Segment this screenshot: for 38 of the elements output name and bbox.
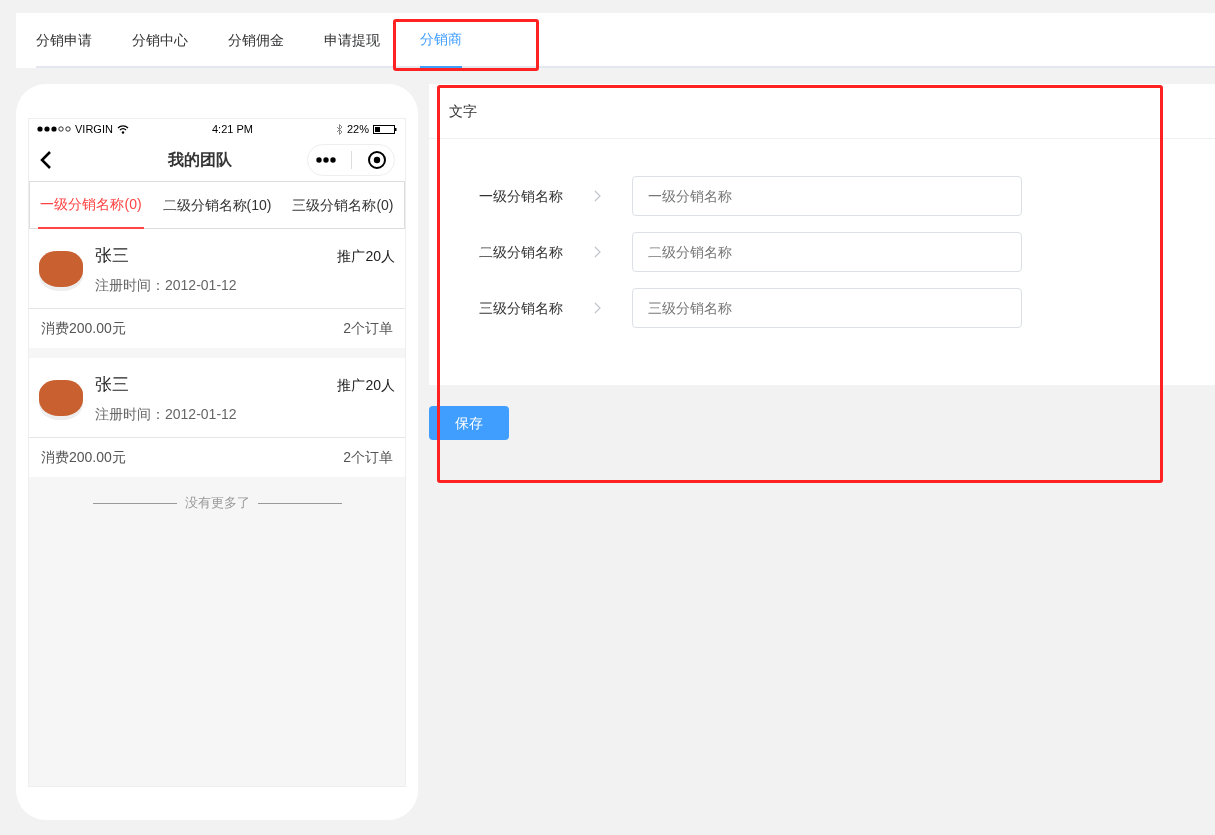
member-name: 张三 xyxy=(95,245,130,267)
text-input-field[interactable]: 二级分销名称 xyxy=(632,232,1022,272)
chevron-right-icon xyxy=(594,190,601,202)
team-tab[interactable]: 二级分销名称(10) xyxy=(160,181,274,229)
carrier-name: VIRGIN xyxy=(75,121,113,137)
nav-tab[interactable]: 分销佣金 xyxy=(208,13,304,68)
text-input-field[interactable]: 一级分销名称 xyxy=(632,176,1022,216)
referral-count: 推广20人 xyxy=(337,247,395,266)
back-icon[interactable] xyxy=(39,150,53,170)
register-date: 注册时间：2012-01-12 xyxy=(95,404,238,424)
end-note: 没有更多了 xyxy=(184,494,250,513)
bluetooth-icon xyxy=(335,123,343,135)
nav-tab[interactable]: 分销申请 xyxy=(36,13,112,68)
text-input-field[interactable]: 三级分销名称 xyxy=(632,288,1022,328)
spent-amount: 消费200.00元 xyxy=(41,448,126,467)
page-title: 我的团队 xyxy=(168,150,232,170)
battery-icon xyxy=(373,124,397,134)
nav-tab[interactable]: 申请提现 xyxy=(304,13,400,68)
chevron-right-icon xyxy=(594,246,601,258)
status-time: 4:21 PM xyxy=(211,121,253,137)
close-circle-icon[interactable] xyxy=(366,150,387,170)
wifi-icon xyxy=(116,124,129,134)
field-label: 二级分销名称 xyxy=(479,242,564,262)
order-count: 2个订单 xyxy=(343,319,393,338)
field-label: 三级分销名称 xyxy=(479,298,564,318)
order-count: 2个订单 xyxy=(343,448,393,467)
signal-icon xyxy=(37,126,71,132)
chevron-right-icon xyxy=(594,302,601,314)
member-name: 张三 xyxy=(95,374,130,396)
team-tab[interactable]: 三级分销名称(0) xyxy=(290,181,396,229)
nav-tab[interactable]: 分销中心 xyxy=(112,13,208,68)
field-label: 一级分销名称 xyxy=(479,186,564,206)
register-date: 注册时间：2012-01-12 xyxy=(95,275,238,295)
spent-amount: 消费200.00元 xyxy=(41,319,126,338)
more-icon[interactable] xyxy=(315,157,336,163)
referral-count: 推广20人 xyxy=(337,376,395,395)
battery-percent: 22% xyxy=(346,121,369,137)
panel-title: 文字 xyxy=(449,101,477,121)
